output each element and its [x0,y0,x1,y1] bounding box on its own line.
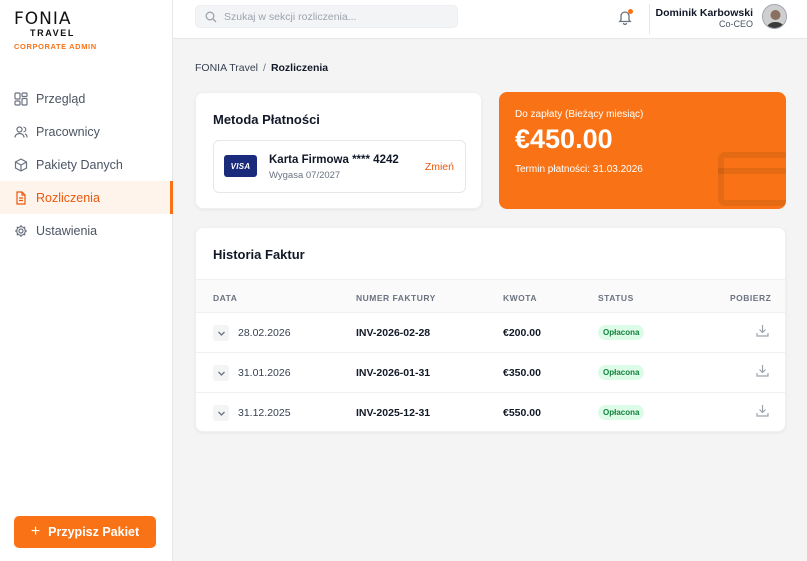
sidebar-item-pakiety-danych[interactable]: Pakiety Danych [0,148,173,181]
invoice-history-title: Historia Faktur [213,247,305,262]
expand-row-button[interactable] [213,365,229,381]
amount-due-label: Do zapłaty (Bieżący miesiąc) [515,109,644,120]
table-row: 28.02.2026 INV-2026-02-28 €200.00 Opłaco… [196,313,785,353]
table-header: DATA NUMER FAKTURY KWOTA STATUS POBIERZ [196,279,785,313]
column-header-status: STATUS [598,293,634,303]
breadcrumb-separator: / [263,62,266,74]
chevron-down-icon [217,411,225,416]
download-icon [756,405,769,417]
amount-due-card: Do zapłaty (Bieżący miesiąc) €450.00 Ter… [499,92,786,209]
expand-row-button[interactable] [213,405,229,421]
invoice-history-card: Historia Faktur DATA NUMER FAKTURY KWOTA… [195,227,786,432]
divider [649,4,650,34]
assign-package-label: Przypisz Pakiet [48,525,140,539]
avatar-image [763,5,786,28]
logo-subtitle: CORPORATE ADMIN [14,42,97,51]
search-box[interactable] [195,5,458,28]
notification-dot [628,9,633,14]
brand-logo[interactable]: FONIA TRAVEL CORPORATE ADMIN [14,10,97,51]
sidebar-item-rozliczenia[interactable]: Rozliczenia [0,181,173,214]
sidebar-nav: Przegląd Pracownicy Pakiety Danych Rozli… [0,82,173,247]
avatar[interactable] [762,4,787,29]
invoice-date: 31.01.2026 [238,367,291,379]
payment-method-card: Metoda Płatności VISA Karta Firmowa ****… [195,92,482,209]
sidebar-item-pracownicy[interactable]: Pracownicy [0,115,173,148]
sidebar-item-label: Rozliczenia [36,190,100,205]
gear-icon [14,224,28,238]
sidebar-item-label: Przegląd [36,91,86,106]
logo-fonia: FONIA [14,9,72,29]
sidebar: FONIA TRAVEL CORPORATE ADMIN Przegląd Pr… [0,0,173,561]
payment-card-box: VISA Karta Firmowa **** 4242 Wygasa 07/2… [213,140,466,193]
invoice-number: INV-2026-01-31 [356,367,431,379]
invoice-amount: €200.00 [503,327,541,339]
sidebar-item-label: Ustawienia [36,223,98,238]
amount-due-value: €450.00 [515,124,613,154]
table-row: 31.12.2025 INV-2025-12-31 €550.00 Opłaco… [196,393,785,431]
status-badge: Opłacona [598,405,645,420]
table-row: 31.01.2026 INV-2026-01-31 €350.00 Opłaco… [196,353,785,393]
status-badge: Opłacona [598,365,645,380]
download-button[interactable] [756,364,769,377]
breadcrumb-current: Rozliczenia [270,62,329,74]
status-badge: Opłacona [598,325,645,340]
logo-travel: TRAVEL [30,28,75,38]
top-bar: Dominik Karbowski Co-CEO [173,0,807,39]
change-card-link[interactable]: Zmień [425,161,454,173]
visa-logo-icon: VISA [224,155,257,177]
assign-package-button[interactable]: + Przypisz Pakiet [14,516,156,548]
invoice-number: INV-2025-12-31 [356,407,431,419]
invoice-date: 31.12.2025 [238,407,291,419]
user-role: Co-CEO [718,19,753,29]
package-icon [14,157,28,172]
invoice-amount: €350.00 [503,367,541,379]
plus-icon: + [30,523,41,540]
notifications-button[interactable] [617,9,633,26]
card-expiry: Wygasa 07/2027 [269,170,341,181]
invoice-amount: €550.00 [503,407,541,419]
credit-card-watermark-icon [718,152,786,206]
search-icon [205,11,217,22]
breadcrumb-root[interactable]: FONIA Travel [195,62,258,74]
card-name: Karta Firmowa **** 4242 [269,154,399,166]
sidebar-item-ustawienia[interactable]: Ustawienia [0,214,173,247]
column-header-invoice-number: NUMER FAKTURY [356,293,436,303]
invoice-number: INV-2026-02-28 [356,327,431,339]
download-button[interactable] [756,404,769,417]
chevron-down-icon [217,371,225,376]
download-icon [756,325,769,337]
column-header-date: DATA [213,293,238,303]
download-icon [756,365,769,377]
column-header-amount: KWOTA [503,293,537,303]
grid-icon [14,91,28,106]
payment-method-title: Metoda Płatności [213,112,320,127]
sidebar-item-label: Pakiety Danych [36,157,123,172]
user-name: Dominik Karbowski [655,7,753,19]
document-icon [14,190,28,205]
column-header-download: POBIERZ [730,293,772,303]
payment-due-date: Termin płatności: 31.03.2026 [515,164,643,175]
invoice-date: 28.02.2026 [238,327,291,339]
sidebar-item-label: Pracownicy [36,124,100,139]
search-input[interactable] [224,10,444,23]
chevron-down-icon [217,331,225,336]
expand-row-button[interactable] [213,325,229,341]
sidebar-item-przeglad[interactable]: Przegląd [0,82,173,115]
download-button[interactable] [756,324,769,337]
breadcrumb: FONIA Travel / Rozliczenia [195,62,328,74]
users-icon [14,125,28,139]
